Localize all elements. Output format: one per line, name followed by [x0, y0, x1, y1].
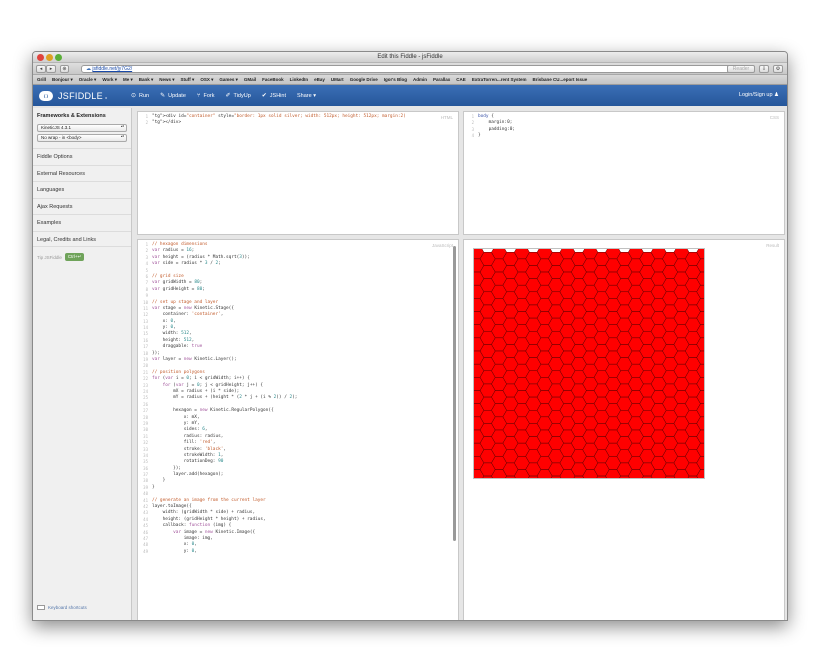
- hexagon-grid-canvas[interactable]: [474, 249, 704, 478]
- cloud-logo-icon: { }: [39, 90, 53, 101]
- tidyup-button[interactable]: ✐ TidyUp: [225, 92, 251, 100]
- html-editor[interactable]: "tg"><div id="container" style="border: …: [152, 114, 452, 127]
- line-number: 2: [145, 120, 148, 126]
- jshint-button[interactable]: ✔ JSHint: [261, 92, 286, 100]
- kinetic-container[interactable]: [473, 248, 705, 479]
- bookmark-3[interactable]: Work ▾: [102, 77, 117, 83]
- url-text: jsfiddle.net/jy7G2/: [92, 66, 133, 72]
- sidebar-item-fiddle-options[interactable]: Fiddle Options: [33, 148, 131, 165]
- html-line-numbers: 12: [138, 112, 150, 234]
- button-label: JSHint: [269, 92, 286, 99]
- bookmark-19[interactable]: CAE: [456, 77, 466, 82]
- run-button[interactable]: ⊙ Run: [131, 92, 150, 100]
- javascript-panel[interactable]: 1 2 3 4 5 6 7 8 9 10 11 12 13 14 15 16 17 18 19 20 21 22 23 24 2…: [137, 239, 459, 620]
- bookmark-7[interactable]: Stuff ▾: [181, 77, 195, 83]
- bookmark-18[interactable]: Parallax: [433, 77, 450, 82]
- frameworks-title: Frameworks & Extensions: [37, 113, 106, 119]
- html-panel-label: HTML: [440, 115, 453, 120]
- tip-text: Tip JSFiddle: [37, 254, 62, 260]
- login-signup-link[interactable]: Login/Sign up ♟: [739, 85, 779, 106]
- tidyup-icon: ✐: [225, 93, 231, 99]
- bookmark-8[interactable]: OSX ▾: [200, 77, 213, 83]
- bookmark-6[interactable]: News ▾: [159, 77, 174, 83]
- sidebar-item-ajax-requests[interactable]: Ajax Requests: [33, 197, 131, 215]
- bookmarks-bar: Grill Bonjour ▾ Oracle ▾ Work ▾ Me ▾ Bank ▾ Ne…: [33, 75, 787, 85]
- bookmark-14[interactable]: UMart: [331, 77, 344, 82]
- navigation-bar: ◂ ▸ ⊕ ☁ jsfiddle.net/jy7G2/ Reader ⇩ ⚙: [33, 63, 787, 75]
- bookmark-2[interactable]: Oracle ▾: [79, 77, 97, 83]
- javascript-editor[interactable]: // hexagon dimensions var radius = 16; var…: [152, 242, 452, 555]
- button-label: Share ▾: [297, 92, 316, 99]
- result-panel-label: Result: [766, 243, 779, 248]
- js-scrollbar[interactable]: [453, 246, 456, 541]
- share-icon[interactable]: ⊕: [60, 65, 69, 73]
- html-panel[interactable]: 12 "tg"><div id="container" style="borde…: [137, 111, 459, 235]
- logo-text: JSFIDDLE: [58, 90, 103, 101]
- address-bar[interactable]: ☁ jsfiddle.net/jy7G2/: [81, 65, 753, 73]
- button-label: TidyUp: [233, 92, 251, 99]
- jshint-icon: ✔: [261, 93, 267, 99]
- bookmark-12[interactable]: LinkedIn: [290, 77, 309, 82]
- keyboard-shortcuts-link[interactable]: Keyboard shortcuts: [37, 605, 87, 610]
- sidebar-item-legal-credits-and-links[interactable]: Legal, Credits and Links: [33, 230, 131, 247]
- html-code-line: "tg"></div>: [152, 120, 182, 126]
- window-title: Edit this Fiddle - jsFiddle: [377, 54, 443, 60]
- bookmark-21[interactable]: Brisbane CU...eport Issue: [533, 77, 588, 82]
- sidebar-item-examples[interactable]: Examples: [33, 214, 131, 231]
- js-line-numbers: 1 2 3 4 5 6 7 8 9 10 11 12 13 14 15 16 17 18 19 20 21 22 23 24 2…: [138, 240, 150, 620]
- sidebar: Frameworks & Extensions KineticJS 4.3.1 …: [33, 108, 132, 620]
- bookmark-10[interactable]: GMail: [244, 77, 256, 82]
- bookmark-4[interactable]: Me ▾: [123, 77, 133, 83]
- title-bar: Edit this Fiddle - jsFiddle: [33, 52, 787, 63]
- bookmark-9[interactable]: Games ▾: [219, 77, 238, 83]
- bookmark-15[interactable]: Google Drive: [350, 77, 378, 82]
- framework-select[interactable]: KineticJS 4.3.1: [37, 124, 127, 132]
- gear-icon[interactable]: ⚙: [773, 65, 783, 73]
- bookmark-0[interactable]: Grill: [37, 77, 46, 82]
- tip-shortcut-badge: Ctrl+↵: [64, 253, 85, 261]
- keyboard-icon: [37, 605, 45, 610]
- update-icon: ✎: [160, 93, 166, 99]
- result-panel[interactable]: Result: [463, 239, 785, 620]
- jsfiddle-header: { } JSFIDDLE α ⊙ Run ✎ Update ⑂ Fork ✐ TidyUp ✔ J…: [33, 85, 787, 106]
- css-panel-label: CSS: [769, 115, 779, 120]
- css-line-numbers: 1234: [464, 112, 476, 234]
- js-code-line: y: 0,: [152, 548, 197, 554]
- fork-button[interactable]: ⑂ Fork: [197, 92, 215, 99]
- bookmark-16[interactable]: Igor's Blog: [384, 77, 407, 82]
- share-button[interactable]: Share ▾: [297, 92, 316, 99]
- keyboard-shortcuts-label: Keyboard shortcuts: [48, 605, 87, 610]
- css-panel[interactable]: 1234 body { margin:0; padding:0;} CSS: [463, 111, 785, 235]
- forward-icon[interactable]: ▸: [46, 65, 56, 73]
- line-number: 49: [143, 548, 148, 554]
- downloads-icon[interactable]: ⇩: [759, 65, 769, 73]
- sidebar-item-languages[interactable]: Languages: [33, 181, 131, 198]
- css-editor[interactable]: body { margin:0; padding:0;}: [478, 114, 778, 140]
- reader-button[interactable]: Reader: [727, 65, 755, 73]
- bookmark-5[interactable]: Bank ▾: [139, 77, 154, 83]
- run-icon: ⊙: [131, 93, 137, 99]
- update-button[interactable]: ✎ Update: [160, 92, 186, 100]
- jsfiddle-logo[interactable]: { } JSFIDDLE α: [33, 90, 131, 101]
- browser-window: Edit this Fiddle - jsFiddle ◂ ▸ ⊕ ☁ jsfi…: [32, 51, 788, 621]
- button-label: Update: [168, 92, 186, 99]
- tip: Tip JSFiddle Ctrl+↵: [33, 247, 131, 267]
- bookmark-11[interactable]: FaceBook: [262, 77, 284, 82]
- line-number: 4: [471, 133, 474, 139]
- bookmark-20[interactable]: ExtraTorren...rent System: [472, 77, 527, 82]
- css-code-line: }: [478, 133, 481, 139]
- toolbar: ⊙ Run ✎ Update ⑂ Fork ✐ TidyUp ✔ JSHint Share ▾: [131, 92, 327, 100]
- sidebar-item-external-resources[interactable]: External Resources: [33, 164, 131, 182]
- button-label: Fork: [203, 92, 215, 99]
- back-icon[interactable]: ◂: [36, 65, 46, 73]
- wrap-select[interactable]: No wrap - in <body>: [37, 134, 127, 142]
- bookmark-1[interactable]: Bonjour ▾: [52, 77, 73, 83]
- bookmark-13[interactable]: eBay: [314, 77, 325, 82]
- button-label: Run: [139, 92, 150, 99]
- logo-badge: α: [104, 94, 108, 100]
- javascript-panel-label: JavaScript: [431, 243, 453, 248]
- bookmark-17[interactable]: Admin: [413, 77, 427, 82]
- fork-icon: ⑂: [196, 92, 201, 99]
